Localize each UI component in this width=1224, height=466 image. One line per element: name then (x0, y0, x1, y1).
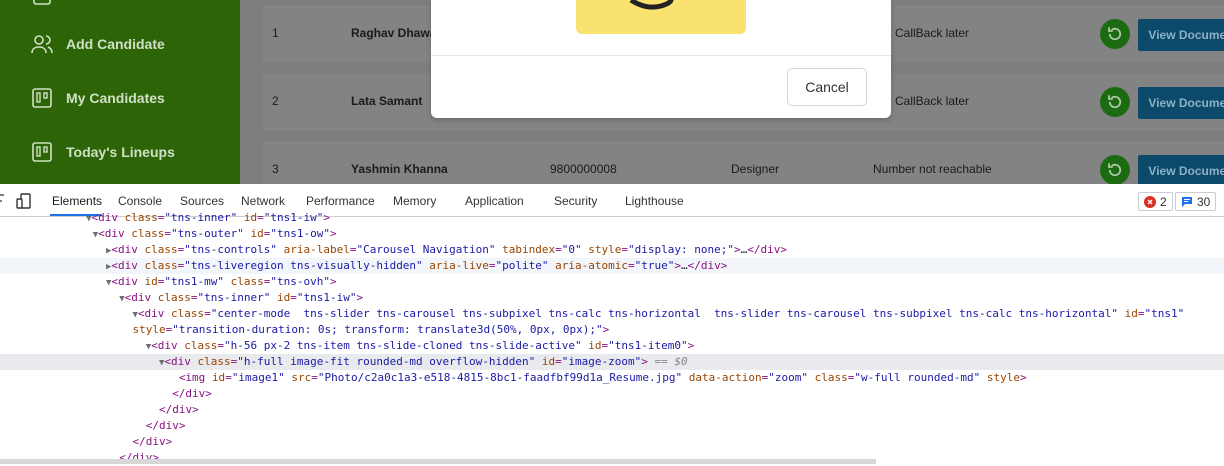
sidebar: Add Candidate My Candidates Today's Line… (0, 0, 240, 184)
error-count: 2 (1160, 194, 1167, 209)
reload-button[interactable] (1100, 87, 1130, 117)
document-image-graphic (629, 0, 674, 10)
modal-divider (431, 55, 891, 56)
horizontal-scrollbar[interactable] (0, 459, 876, 464)
reload-button[interactable] (1100, 19, 1130, 49)
sidebar-item-label: Today's Lineups (66, 144, 175, 160)
row-index: 3 (272, 162, 279, 176)
dom-node[interactable]: </div> (0, 418, 1224, 434)
device-toolbar-icon[interactable] (16, 193, 32, 209)
error-icon (1144, 195, 1156, 208)
candidate-status: CallBack later (895, 94, 970, 108)
tab-memory[interactable]: Memory (393, 194, 436, 208)
tab-elements[interactable]: Elements (52, 194, 102, 208)
view-document-button[interactable]: View Document (1138, 19, 1224, 51)
table-row: 3 Yashmin Khanna 9800000008 Designer Num… (262, 141, 1224, 184)
candidate-phone: 9800000008 (550, 162, 617, 176)
dom-node[interactable]: ▼<div class="tns-inner" id="tns1-iw"> (0, 290, 1224, 306)
view-document-button[interactable]: View Document (1138, 155, 1224, 184)
candidate-name: Raghav Dhawa (351, 26, 437, 40)
dom-node-selected[interactable]: ▼<div class="h-full image-fit rounded-md… (0, 354, 1224, 370)
tab-application[interactable]: Application (465, 194, 524, 208)
reload-button[interactable] (1100, 155, 1130, 184)
inspect-icon[interactable] (0, 193, 8, 209)
sidebar-item-label: My Candidates (66, 90, 165, 106)
dom-node[interactable]: </div> (0, 402, 1224, 418)
app-background: Add Candidate My Candidates Today's Line… (0, 0, 1224, 184)
board-icon (32, 88, 52, 108)
sidebar-item-partial[interactable] (30, 0, 66, 12)
board-icon (32, 142, 52, 162)
message-count: 30 (1197, 194, 1211, 209)
square-icon (33, 0, 51, 5)
row-index: 1 (272, 26, 279, 40)
tab-console[interactable]: Console (118, 194, 162, 208)
users-icon (31, 35, 53, 54)
tab-security[interactable]: Security (554, 194, 597, 208)
tab-network[interactable]: Network (241, 194, 285, 208)
dom-node[interactable]: ▼<div class="h-56 px-2 tns-item tns-slid… (0, 338, 1224, 354)
candidate-status: CallBack later (895, 26, 970, 40)
dom-node[interactable]: </div> (0, 434, 1224, 450)
devtools-panel: Elements Console Sources Network Perform… (0, 184, 1224, 464)
sidebar-item-add-candidate[interactable]: Add Candidate (30, 32, 165, 56)
sidebar-item-label: Add Candidate (66, 36, 165, 52)
document-image[interactable] (576, 0, 746, 34)
sidebar-item-todays-lineups[interactable]: Today's Lineups (30, 140, 175, 164)
row-index: 2 (272, 94, 279, 108)
dom-node[interactable]: </div> (0, 386, 1224, 402)
refresh-icon (1108, 27, 1122, 41)
dom-node[interactable]: ▶<div class="tns-liveregion tns-visually… (0, 258, 1224, 274)
tab-sources[interactable]: Sources (180, 194, 224, 208)
candidate-status: Number not reachable (873, 162, 992, 176)
sidebar-item-my-candidates[interactable]: My Candidates (30, 86, 165, 110)
dom-node-attr-continuation: style="transition-duration: 0s; transfor… (132, 323, 610, 336)
dom-node[interactable]: ▼<div class="tns-outer" id="tns1-ow"> (0, 226, 1224, 242)
dom-node[interactable]: ▼<div id="tns1-mw" class="tns-ovh"> (0, 274, 1224, 290)
dom-node[interactable]: ▼<div class="center-mode tns-slider tns-… (0, 306, 1224, 322)
message-badge[interactable]: 30 (1175, 192, 1217, 211)
cancel-button[interactable]: Cancel (787, 68, 867, 106)
tab-performance[interactable]: Performance (306, 194, 375, 208)
candidate-name: Yashmin Khanna (351, 162, 448, 176)
refresh-icon (1108, 163, 1122, 177)
document-modal: Cancel (431, 0, 891, 118)
view-document-button[interactable]: View Document (1138, 87, 1224, 119)
selected-node-marker: == $0 (654, 355, 688, 368)
dom-node[interactable]: <img id="image1" src="Photo/c2a0c1a3-e51… (0, 370, 1224, 386)
refresh-icon (1108, 95, 1122, 109)
dom-node[interactable]: ▼<div class="tns-inner" id="tns1-iw"> (0, 210, 1224, 226)
candidate-name: Lata Samant (351, 94, 423, 108)
error-badge[interactable]: 2 (1138, 192, 1173, 211)
dom-node[interactable]: ▶<div class="tns-controls" aria-label="C… (0, 242, 1224, 258)
tab-lighthouse[interactable]: Lighthouse (625, 194, 684, 208)
candidate-role: Designer (731, 162, 780, 176)
message-icon (1182, 196, 1192, 207)
